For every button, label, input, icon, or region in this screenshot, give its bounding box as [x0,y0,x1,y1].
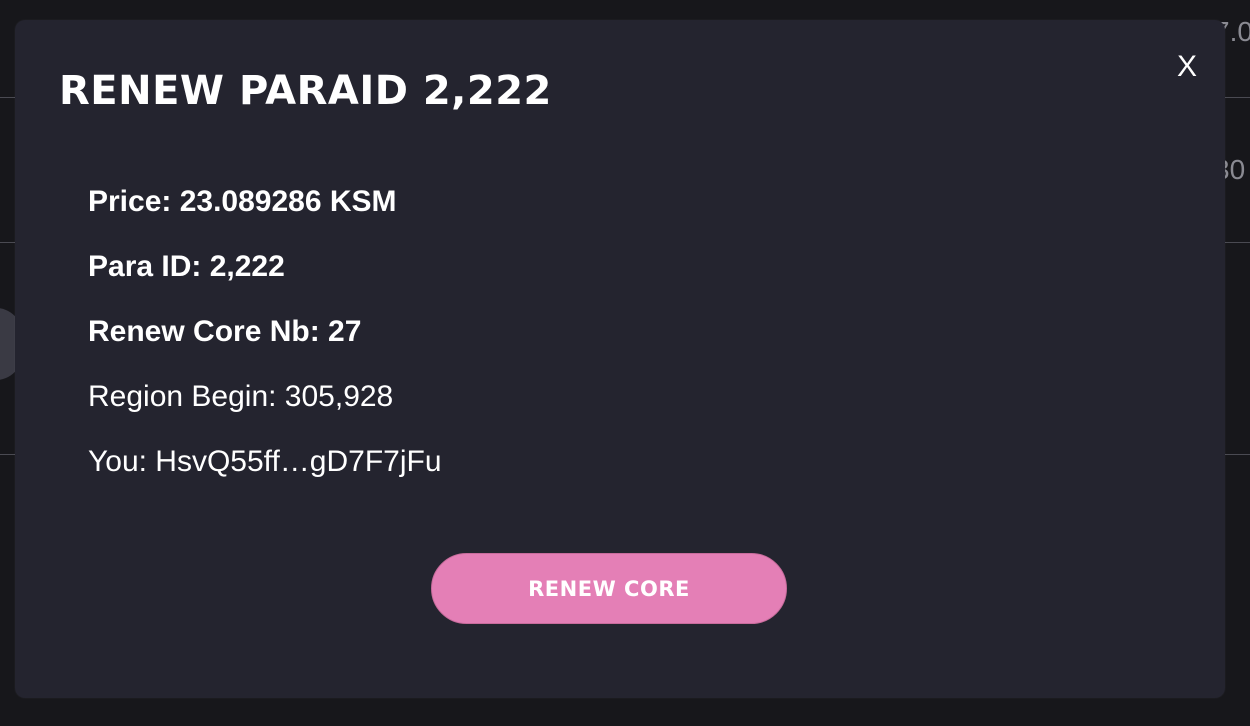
account-address-label: You: HsvQ55ff…gD7F7jFu [88,445,442,478]
renew-details: Price: 23.089286 KSM Para ID: 2,222 Rene… [88,182,442,507]
para-id-label: Para ID: 2,222 [88,250,285,283]
renew-core-nb-label: Renew Core Nb: 27 [88,315,362,348]
renew-modal: RENEW PARAID 2,222 X Price: 23.089286 KS… [15,20,1225,698]
close-button[interactable]: X [1173,50,1201,84]
renew-core-button[interactable]: RENEW CORE [431,553,787,624]
modal-title: RENEW PARAID 2,222 [59,68,552,114]
price-label: Price: 23.089286 KSM [88,185,397,218]
region-begin-label: Region Begin: 305,928 [88,380,394,413]
